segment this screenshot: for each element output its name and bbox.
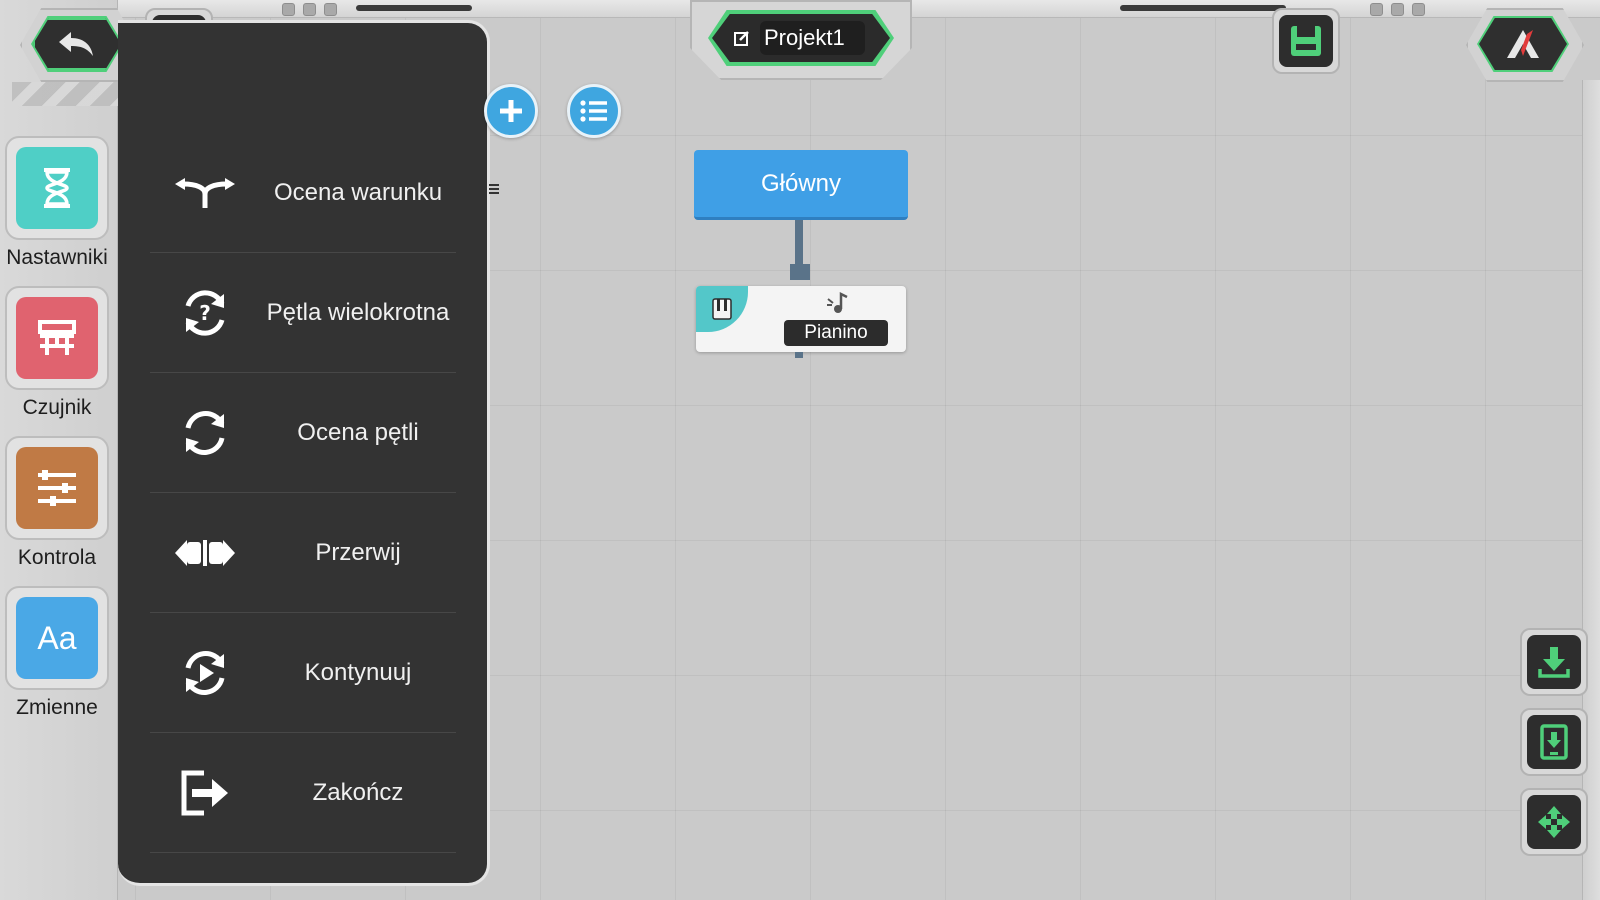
project-title: Projekt1 [760, 21, 865, 55]
palette-item-continue[interactable]: Kontynuuj [150, 613, 456, 733]
frame-slot-left [356, 5, 472, 11]
right-frame [1582, 80, 1600, 900]
category-timers[interactable]: Nastawniki [5, 136, 109, 270]
palette-item-label: Kontynuuj [304, 658, 412, 686]
frame-slot-right [1120, 5, 1286, 11]
loop-question-icon: ? [185, 289, 225, 336]
list-button[interactable] [567, 84, 621, 138]
back-button[interactable] [33, 18, 121, 70]
device-transfer-icon [1540, 724, 1568, 760]
block-palette: Ocena warunku ? Pętla wielokrotna Ocena … [118, 20, 490, 886]
move-arrows-icon [1538, 806, 1570, 838]
palette-item-multi-loop[interactable]: ? Pętla wielokrotna [150, 253, 456, 373]
edit-icon [734, 31, 749, 46]
palette-item-label: Ocena pętli [297, 418, 419, 446]
category-sensor[interactable]: Czujnik [5, 286, 109, 420]
category-label: Nastawniki [6, 246, 108, 269]
sensor-icon [38, 320, 76, 355]
hourglass-icon [44, 168, 70, 208]
category-control[interactable]: Kontrola [5, 436, 109, 570]
block-connector-bottom [795, 352, 803, 358]
palette-item-loop-eval[interactable]: Ocena pętli [150, 373, 456, 493]
exit-icon [181, 770, 228, 815]
undo-arrow-icon [59, 32, 93, 56]
category-variables[interactable]: Aa Zmienne [5, 586, 109, 720]
palette-item-label: Pętla wielokrotna [266, 298, 450, 326]
category-label: Kontrola [17, 546, 97, 569]
music-note-icon [824, 290, 850, 321]
block-connector [795, 220, 803, 268]
palette-item-end[interactable]: Zakończ [150, 733, 456, 853]
main-program-block[interactable]: Główny [694, 150, 908, 220]
move-canvas-button[interactable] [1520, 788, 1588, 856]
sliders-icon [38, 470, 76, 506]
block-category-badge [696, 286, 748, 332]
category-face [16, 297, 98, 379]
app-logo-button[interactable] [1479, 18, 1567, 70]
piano-keys-icon [712, 298, 732, 320]
frame-stripes [12, 82, 120, 106]
category-face [16, 147, 98, 229]
upload-to-device-button[interactable] [1520, 708, 1588, 776]
plus-icon [500, 100, 522, 122]
category-face [16, 447, 98, 529]
palette-item-label: Przerwij [315, 538, 401, 566]
frame-dots-left [282, 3, 337, 16]
sound-block-label: Pianino [784, 320, 888, 346]
loop-icon [185, 410, 225, 455]
category-label: Zmienne [16, 696, 98, 719]
palette-item-condition[interactable]: Ocena warunku [150, 133, 456, 253]
category-label: Czujnik [22, 396, 92, 419]
text-aa-icon: Aa [16, 597, 98, 679]
svg-text:?: ? [199, 301, 211, 325]
floppy-disk-icon [1291, 26, 1321, 56]
break-icon [175, 539, 235, 566]
frame-dots-right [1370, 3, 1425, 16]
project-title-button[interactable]: Projekt1 [712, 14, 890, 62]
piano-sound-block[interactable]: Pianino [696, 286, 906, 352]
robot-logo-icon [1507, 30, 1539, 58]
list-icon [580, 100, 607, 122]
block-connector-foot [790, 264, 810, 280]
palette-item-break[interactable]: Przerwij [150, 493, 456, 613]
add-button[interactable] [484, 84, 538, 138]
palette-resize-handle[interactable] [489, 182, 499, 198]
palette-item-label: Zakończ [312, 778, 404, 806]
continue-icon [185, 650, 225, 695]
save-button[interactable] [1272, 8, 1340, 74]
download-button[interactable] [1520, 628, 1588, 696]
branch-icon [175, 177, 235, 208]
download-icon [1538, 647, 1570, 678]
palette-item-label: Ocena warunku [273, 178, 443, 206]
